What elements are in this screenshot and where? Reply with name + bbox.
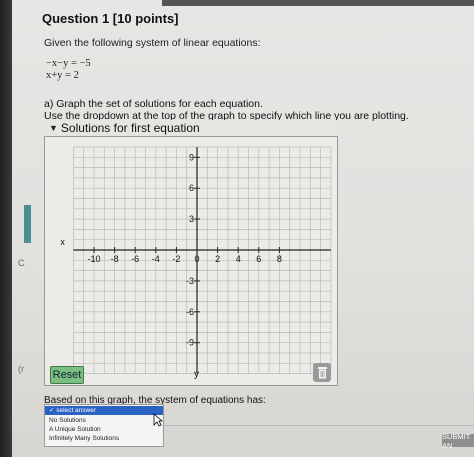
y-tick-label: -3: [186, 276, 194, 286]
answer-option[interactable]: Infinitely Many Solutions: [45, 434, 163, 443]
answer-option-selected[interactable]: ✓ select answer: [45, 406, 163, 415]
x-tick-label: 2: [215, 254, 220, 264]
y-tick-label: -6: [186, 307, 194, 317]
left-margin-mark: C: [18, 258, 25, 268]
x-tick-label: 8: [277, 254, 282, 264]
x-tick-label: -8: [111, 254, 119, 264]
y-tick-label: 6: [189, 183, 194, 193]
top-bar: [162, 0, 474, 6]
y-tick-label: -9: [186, 338, 194, 348]
trash-button[interactable]: [313, 363, 331, 382]
answer-option[interactable]: A Unique Solution: [45, 425, 163, 434]
y-tick-label: 3: [189, 214, 194, 224]
dropdown-arrow-icon: ▼: [49, 122, 58, 133]
x-tick-label: 6: [256, 254, 261, 264]
x-tick-label: 0: [194, 254, 199, 264]
x-tick-label: -10: [87, 254, 100, 264]
x-tick-label: -4: [152, 254, 160, 264]
answer-option[interactable]: No Solutions: [45, 416, 163, 425]
x-axis-label: x: [60, 237, 65, 247]
question-prompt: Given the following system of linear equ…: [44, 37, 261, 49]
left-margin-mark: (r: [18, 364, 24, 374]
y-tick-label: 9: [189, 152, 194, 162]
question-title: Question 1 [10 points]: [42, 11, 179, 26]
part-a-instruction: a) Graph the set of solutions for each e…: [44, 98, 263, 110]
equation-2: x+y = 2: [46, 70, 79, 81]
answer-select[interactable]: ✓ select answer No Solutions A Unique So…: [44, 404, 164, 447]
equation-dropdown[interactable]: ▼ Solutions for first equation: [44, 120, 340, 135]
dropdown-selected-label: Solutions for first equation: [60, 120, 200, 135]
divider: [162, 425, 474, 426]
equation-1: −x−y = −5: [46, 58, 91, 69]
graph-panel[interactable]: -10 -8 -6 -4 -2 0 2 4 6 8 9 6 3 -3 -6 -9 x: [44, 136, 338, 386]
monitor-bezel: [0, 0, 12, 457]
answer-option-label: select answer: [56, 407, 97, 414]
x-tick-label: -2: [172, 254, 180, 264]
x-tick-label: 4: [236, 254, 241, 264]
trash-icon: [317, 367, 327, 379]
reset-button[interactable]: Reset: [50, 366, 84, 384]
submit-button[interactable]: SUBMIT AN: [442, 432, 474, 450]
x-tick-label: -6: [131, 254, 139, 264]
sidebar-tab[interactable]: [24, 205, 31, 243]
screen: C (r Question 1 [10 points] Given the fo…: [12, 0, 474, 457]
y-axis-label: y: [194, 369, 199, 380]
coordinate-grid[interactable]: -10 -8 -6 -4 -2 0 2 4 6 8 9 6 3 -3 -6 -9 x: [45, 137, 337, 385]
